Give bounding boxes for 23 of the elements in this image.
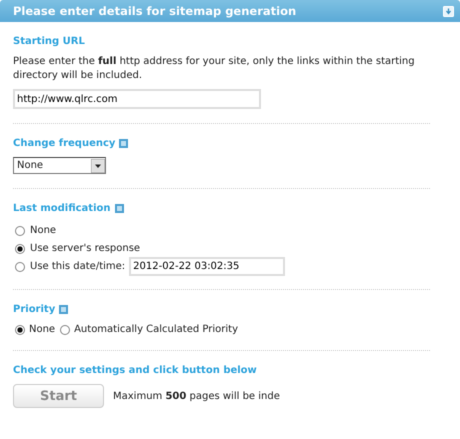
option-label: None — [29, 324, 56, 335]
section-heading: Change frequency — [13, 138, 116, 149]
frequency-dropdown[interactable]: None — [13, 157, 106, 174]
radio-button[interactable] — [13, 323, 26, 336]
section-heading: Priority — [13, 304, 56, 315]
section-heading: Check your settings and click button below — [13, 365, 258, 376]
option-label: Automatically Calculated Priority — [74, 324, 238, 335]
url-input[interactable]: http://www.qlrc.com — [13, 89, 261, 109]
section-heading: Starting URL — [13, 36, 86, 47]
radio-button[interactable] — [58, 323, 72, 336]
option-label: None — [30, 225, 56, 236]
collapse-icon[interactable] — [443, 6, 454, 16]
panel-title: Please enter details for sitemap generation — [13, 4, 296, 18]
date-input[interactable]: 2012-02-22 03:02:35 — [129, 257, 286, 276]
option-label: Use this date/time: — [30, 261, 126, 272]
radio-button[interactable] — [13, 260, 26, 273]
radio-button[interactable] — [13, 242, 26, 255]
option-label: Use server's response — [30, 243, 140, 254]
note-text: Maximum 500 pages will be inde — [113, 390, 280, 402]
section-heading: Last modification — [13, 203, 110, 214]
dropdown-arrow-icon — [91, 158, 105, 172]
radio-button[interactable] — [13, 224, 26, 237]
description-text: Please enter the full http address for your site, only the links within the starting directory will be included. — [13, 55, 416, 83]
